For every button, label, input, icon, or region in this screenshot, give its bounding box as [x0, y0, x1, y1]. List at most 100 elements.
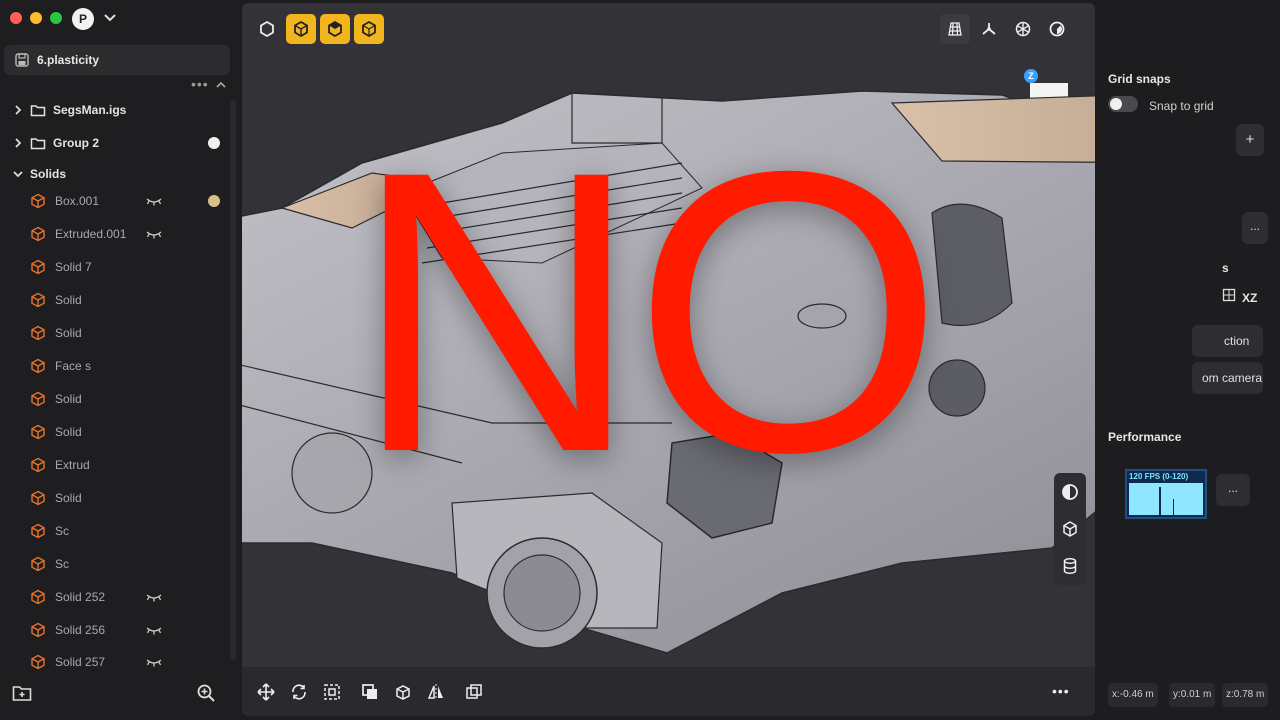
extrude-icon[interactable]: [393, 682, 413, 702]
hidden-eye-icon[interactable]: [146, 625, 162, 635]
move-icon[interactable]: [256, 682, 276, 702]
fps-graph: [1129, 483, 1203, 515]
scale-icon[interactable]: [322, 682, 342, 702]
solid-row[interactable]: Extrud: [0, 451, 232, 479]
coord-y: y:0.01 m: [1169, 683, 1216, 707]
app-window: P 6.plasticity ••• SegsMan.igs Group 2 S…: [0, 0, 1280, 720]
plane-xz-label[interactable]: XZ: [1242, 291, 1257, 305]
solid-cube-icon: [31, 325, 45, 341]
hidden-eye-icon[interactable]: [146, 657, 162, 667]
solid-label: Solid: [55, 425, 82, 439]
solid-label: Box.001: [55, 194, 100, 208]
solid-row[interactable]: Sc: [0, 517, 232, 545]
solid-row[interactable]: Face s: [0, 352, 232, 380]
folder-icon: [30, 138, 46, 150]
performance-title: Performance: [1108, 430, 1182, 444]
viewport-bottom-toolbar: •••: [242, 667, 1095, 716]
solid-label: Extruded.001: [55, 227, 127, 241]
duplicate-icon[interactable]: [464, 682, 484, 702]
solid-row[interactable]: Solid 7: [0, 253, 232, 281]
add-snap-button[interactable]: +: [1236, 124, 1264, 156]
mirror-icon[interactable]: [426, 682, 446, 702]
grid-snaps-title: Grid snaps: [1108, 72, 1171, 86]
solid-label: Solid: [55, 491, 82, 505]
zoom-in-icon[interactable]: [196, 683, 216, 703]
solid-cube-icon: [31, 523, 45, 539]
folder-icon: [30, 105, 46, 117]
database-icon[interactable]: [1061, 557, 1079, 575]
plane-icon[interactable]: [1222, 288, 1236, 302]
solid-color-dot[interactable]: [208, 195, 220, 207]
solid-cube-icon: [31, 292, 45, 308]
solid-cube-icon: [31, 259, 45, 275]
viewport-side-toolbar: [1054, 473, 1086, 585]
xray-icon[interactable]: [1061, 483, 1079, 501]
new-folder-icon[interactable]: [12, 684, 32, 702]
minimize-window-button[interactable]: [30, 12, 42, 24]
solid-cube-icon: [31, 424, 45, 440]
rotate-icon[interactable]: [289, 682, 309, 702]
outliner-group-row[interactable]: SegsMan.igs: [0, 96, 232, 124]
group-label: Group 2: [53, 136, 100, 150]
solid-row[interactable]: Solid: [0, 319, 232, 347]
hidden-eye-icon[interactable]: [146, 196, 162, 206]
coord-x: x:-0.46 m: [1108, 683, 1158, 707]
solids-header-row[interactable]: Solids: [0, 160, 232, 188]
chevron-right-icon[interactable]: [12, 104, 24, 116]
solid-row[interactable]: Solid 257: [0, 648, 232, 676]
solid-row[interactable]: Solid: [0, 418, 232, 446]
snap-to-grid-toggle[interactable]: [1108, 96, 1138, 112]
chevron-right-icon[interactable]: [12, 137, 24, 149]
direction-button[interactable]: ction: [1192, 325, 1263, 357]
solid-row[interactable]: Solid 252: [0, 583, 232, 611]
outliner-scrollbar[interactable]: [230, 100, 236, 660]
user-avatar[interactable]: P: [72, 8, 94, 30]
solid-row[interactable]: Box.001: [0, 187, 232, 215]
solid-row[interactable]: Extruded.001: [0, 220, 232, 248]
panel-more-button[interactable]: ...: [1242, 212, 1268, 244]
solid-cube-icon: [31, 193, 45, 209]
solid-cube-icon: [31, 226, 45, 242]
solid-row[interactable]: Sc: [0, 550, 232, 578]
group-color-dot[interactable]: [208, 137, 220, 149]
properties-panel: Grid snaps Snap to grid + ... s XZ ction…: [1096, 0, 1280, 720]
solid-label: Extrud: [55, 458, 90, 472]
solid-label: Sc: [55, 524, 70, 538]
solid-cube-icon: [31, 556, 45, 572]
section-title-partial: s: [1222, 261, 1229, 275]
solid-label: Face s: [55, 359, 92, 373]
close-window-button[interactable]: [10, 12, 22, 24]
overlay-no-text: NO: [352, 88, 944, 535]
hidden-eye-icon[interactable]: [146, 592, 162, 602]
chevron-down-icon[interactable]: [12, 168, 24, 180]
zoom-window-button[interactable]: [50, 12, 62, 24]
solid-row[interactable]: Solid: [0, 286, 232, 314]
viewport-more-button[interactable]: •••: [1052, 683, 1070, 699]
coord-z: z:0.78 m: [1222, 683, 1269, 707]
solid-label: Solid 257: [55, 655, 106, 669]
solid-label: Sc: [55, 557, 70, 571]
outliner-group-row[interactable]: Group 2: [0, 129, 232, 157]
chevron-up-icon[interactable]: [214, 78, 228, 92]
chevron-down-icon[interactable]: [100, 8, 120, 28]
solid-row[interactable]: Solid: [0, 484, 232, 512]
file-name-bar[interactable]: 6.plasticity: [4, 45, 230, 75]
solid-cube-icon: [31, 490, 45, 506]
cube-view-icon[interactable]: [1061, 520, 1079, 538]
solid-row[interactable]: Solid: [0, 385, 232, 413]
solid-cube-icon: [31, 457, 45, 473]
snap-to-grid-label: Snap to grid: [1149, 99, 1214, 113]
performance-more-button[interactable]: ...: [1216, 474, 1250, 506]
solid-label: Solid 256: [55, 623, 106, 637]
solid-cube-icon: [31, 358, 45, 374]
from-camera-button[interactable]: om camera: [1192, 362, 1263, 394]
solids-header: Solids: [30, 167, 67, 181]
solid-cube-icon: [31, 622, 45, 638]
boolean-icon[interactable]: [360, 682, 380, 702]
outliner-more-button[interactable]: •••: [191, 76, 209, 92]
solid-row[interactable]: Solid 256: [0, 616, 232, 644]
save-icon: [15, 53, 29, 67]
hidden-eye-icon[interactable]: [146, 229, 162, 239]
solid-label: Solid: [55, 392, 82, 406]
solid-label: Solid: [55, 293, 82, 307]
